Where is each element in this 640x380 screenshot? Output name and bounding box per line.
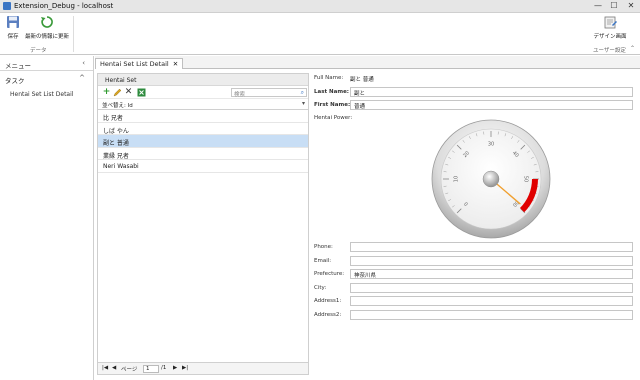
window-title: Extension_Debug - localhost: [14, 2, 114, 10]
chevron-left-icon[interactable]: ‹: [82, 59, 85, 67]
search-placeholder: 検索: [234, 92, 246, 98]
sidebar-item-hentai-set-list-detail[interactable]: Hentai Set List Detail: [0, 86, 93, 98]
edit-icon[interactable]: [113, 88, 122, 97]
city-field[interactable]: [350, 283, 633, 293]
app-icon: [3, 2, 11, 10]
save-icon: [7, 16, 19, 28]
hentai-power-gauge: 0102030405060: [431, 119, 551, 239]
tab-label: Hentai Set List Detail: [100, 60, 169, 68]
refresh-button[interactable]: 最新の情報に更新: [25, 15, 69, 40]
maximize-button[interactable]: ☐: [606, 0, 622, 12]
list-header: Hentai Set: [98, 74, 308, 86]
pager: |◀ ◀ ページ 1 /1 ▶ ▶|: [98, 362, 308, 374]
phone-field[interactable]: [350, 242, 633, 252]
sort-dropdown[interactable]: 並べ替え: Id ▾: [98, 99, 308, 110]
full-name-label: Full Name:: [314, 75, 344, 81]
page-input[interactable]: 1: [143, 365, 159, 373]
prefecture-label: Prefecture:: [314, 271, 345, 277]
gauge-tick-label: 50: [523, 176, 529, 182]
email-label: Email:: [314, 258, 332, 264]
close-window-button[interactable]: ✕: [623, 0, 639, 12]
phone-label: Phone:: [314, 244, 333, 250]
refresh-label: 最新の情報に更新: [25, 34, 70, 40]
full-name-value: 副と 普通: [350, 77, 374, 83]
list-panel: Hentai Set + ✕ 検索 ⌕ 並べ替え: Id ▾ 比 兄者 しば や…: [97, 73, 309, 375]
sidebar: メニュー ‹ タスク ^ Hentai Set List Detail: [0, 56, 94, 380]
export-excel-icon[interactable]: [137, 88, 146, 97]
address2-field[interactable]: [350, 310, 633, 320]
save-label: 保存: [7, 34, 19, 40]
city-label: City:: [314, 285, 327, 291]
detail-panel: Full Name: 副と 普通 Last Name: 副と First Nam…: [312, 73, 638, 375]
close-tab-icon[interactable]: ✕: [173, 60, 178, 68]
ribbon-group-user: ユーザー設定: [593, 48, 626, 54]
page-label: ページ: [121, 367, 138, 373]
page-total: /1: [161, 365, 167, 371]
design-screen-button[interactable]: デザイン画面: [592, 15, 628, 40]
design-icon: [604, 16, 617, 29]
list-item[interactable]: 業縁 兄者: [98, 148, 308, 160]
chevron-up-icon[interactable]: ^: [79, 74, 85, 82]
collapse-ribbon-icon[interactable]: ⌃: [630, 45, 635, 52]
add-icon[interactable]: +: [102, 88, 111, 97]
sidebar-menu-label: メニュー: [5, 62, 31, 70]
last-name-field[interactable]: 副と: [350, 87, 633, 97]
title-bar: Extension_Debug - localhost — ☐ ✕: [0, 0, 640, 13]
sidebar-tasks-header[interactable]: タスク ^: [0, 71, 93, 86]
refresh-icon: [41, 16, 53, 28]
first-name-field[interactable]: 普通: [350, 100, 633, 110]
tab-hentai-set-list-detail[interactable]: Hentai Set List Detail ✕: [95, 58, 184, 69]
list-item-selected[interactable]: 副と 普通: [98, 135, 308, 148]
list-item[interactable]: 比 兄者: [98, 110, 308, 123]
design-label: デザイン画面: [593, 34, 627, 40]
address1-label: Address1:: [314, 298, 342, 304]
ribbon-separator: [73, 16, 74, 52]
address1-field[interactable]: [350, 296, 633, 306]
next-page-button[interactable]: ▶: [173, 365, 177, 371]
last-name-label: Last Name:: [314, 89, 350, 95]
tab-strip: Hentai Set List Detail ✕: [95, 56, 640, 69]
first-page-button[interactable]: |◀: [102, 365, 108, 371]
chevron-down-icon: ▾: [301, 100, 305, 107]
hentai-power-label: Hentai Power:: [314, 115, 353, 121]
minimize-button[interactable]: —: [590, 0, 606, 12]
last-page-button[interactable]: ▶|: [182, 365, 188, 371]
address2-label: Address2:: [314, 312, 342, 318]
gauge-hub: [482, 170, 500, 188]
sidebar-menu-header[interactable]: メニュー ‹: [0, 56, 93, 71]
search-icon[interactable]: ⌕: [301, 89, 304, 97]
ribbon-group-data: データ: [30, 48, 47, 54]
first-name-label: First Name:: [314, 102, 351, 108]
save-button[interactable]: 保存: [4, 15, 22, 40]
search-input[interactable]: 検索 ⌕: [231, 88, 307, 98]
delete-icon[interactable]: ✕: [124, 88, 133, 97]
sort-label: 並べ替え: Id: [102, 103, 133, 109]
list-item[interactable]: Neri Wasabi: [98, 160, 308, 173]
gauge-tick-label: 10: [454, 176, 460, 182]
list-item[interactable]: しば やん: [98, 123, 308, 135]
list-toolbar: + ✕ 検索 ⌕: [98, 86, 308, 99]
email-field[interactable]: [350, 256, 633, 266]
gauge-tick-label: 30: [488, 142, 494, 148]
prev-page-button[interactable]: ◀: [112, 365, 116, 371]
sidebar-tasks-label: タスク: [5, 77, 25, 85]
prefecture-field[interactable]: 神奈川県: [350, 269, 633, 279]
ribbon: 保存 最新の情報に更新 データ デザイン画面 ユーザー設定 ⌃: [0, 13, 640, 55]
